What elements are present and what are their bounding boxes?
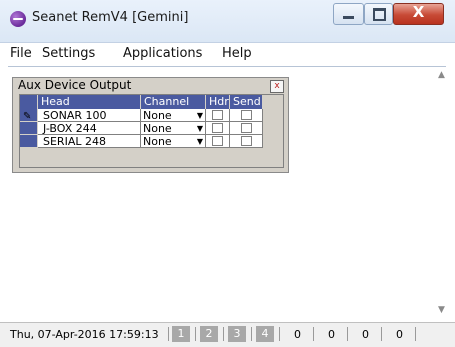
status-value-4: 0 — [396, 328, 403, 341]
status-divider — [279, 327, 280, 341]
aux-panel-title: Aux Device Output — [18, 78, 132, 92]
column-header-hdr[interactable]: Hdr — [206, 95, 230, 109]
status-value-1: 0 — [294, 328, 301, 341]
chevron-down-icon[interactable]: ▼ — [197, 109, 203, 122]
hdr-checkbox[interactable] — [212, 136, 223, 146]
column-header-channel[interactable]: Channel — [141, 95, 206, 109]
row-indicator — [20, 122, 38, 135]
status-divider — [251, 327, 252, 341]
head-cell[interactable]: SERIAL 248 — [38, 135, 141, 148]
menu-settings[interactable]: Settings — [42, 46, 95, 61]
hdr-checkbox[interactable] — [212, 123, 223, 133]
row-indicator — [20, 135, 38, 148]
status-value-3: 0 — [362, 328, 369, 341]
app-window: Seanet RemV4 [Gemini] X File Settings Ap… — [0, 0, 455, 347]
chevron-down-icon[interactable]: ▼ — [197, 135, 203, 148]
status-divider — [195, 327, 196, 341]
menu-help[interactable]: Help — [222, 46, 252, 61]
head-cell[interactable]: J-BOX 244 — [38, 122, 141, 135]
status-divider — [313, 327, 314, 341]
send-checkbox[interactable] — [241, 136, 252, 146]
close-icon: X — [412, 3, 425, 21]
row-indicator: ✎ — [20, 109, 38, 122]
menu-file[interactable]: File — [10, 46, 32, 61]
hdr-cell — [206, 109, 230, 122]
channel-indicator-1: 1 — [172, 326, 190, 342]
hdr-cell — [206, 122, 230, 135]
maximize-button[interactable] — [364, 3, 393, 25]
hdr-cell — [206, 135, 230, 148]
column-header-head[interactable]: Head — [38, 95, 141, 109]
aux-device-output-panel: Aux Device Output x Head Channel Hdr Sen… — [12, 77, 289, 173]
status-divider — [168, 327, 169, 341]
maximize-icon — [373, 8, 386, 21]
status-datetime: Thu, 07-Apr-2016 17:59:13 — [10, 328, 159, 341]
minimize-icon — [343, 16, 354, 19]
window-title: Seanet RemV4 [Gemini] — [32, 10, 189, 25]
status-divider — [223, 327, 224, 341]
column-header-send[interactable]: Send — [230, 95, 263, 109]
status-divider — [347, 327, 348, 341]
scroll-up-icon[interactable]: ▲ — [438, 70, 445, 80]
channel-indicator-4: 4 — [256, 326, 274, 342]
close-button[interactable]: X — [393, 3, 444, 25]
send-checkbox[interactable] — [241, 123, 252, 133]
status-value-2: 0 — [328, 328, 335, 341]
grid-corner — [20, 95, 38, 109]
title-bar[interactable]: Seanet RemV4 [Gemini] X — [0, 0, 455, 43]
channel-select[interactable]: None ▼ — [141, 122, 206, 135]
menu-applications[interactable]: Applications — [123, 46, 202, 61]
status-divider — [381, 327, 382, 341]
app-icon[interactable] — [10, 11, 26, 27]
minimize-button[interactable] — [333, 3, 364, 25]
send-cell — [230, 109, 263, 122]
channel-indicator-2: 2 — [200, 326, 218, 342]
chevron-down-icon[interactable]: ▼ — [197, 122, 203, 135]
hdr-checkbox[interactable] — [212, 110, 223, 120]
aux-device-grid: Head Channel Hdr Send ✎ SONAR 100 None ▼ … — [19, 94, 284, 168]
head-cell[interactable]: SONAR 100 — [38, 109, 141, 122]
aux-panel-close-button[interactable]: x — [270, 80, 284, 93]
channel-select[interactable]: None ▼ — [141, 109, 206, 122]
send-cell — [230, 122, 263, 135]
channel-indicator-3: 3 — [228, 326, 246, 342]
send-cell — [230, 135, 263, 148]
send-checkbox[interactable] — [241, 110, 252, 120]
channel-select[interactable]: None ▼ — [141, 135, 206, 148]
scroll-down-icon[interactable]: ▼ — [438, 305, 445, 315]
status-divider — [415, 327, 416, 341]
status-bar: Thu, 07-Apr-2016 17:59:13 1 2 3 4 0 0 0 … — [0, 322, 455, 347]
